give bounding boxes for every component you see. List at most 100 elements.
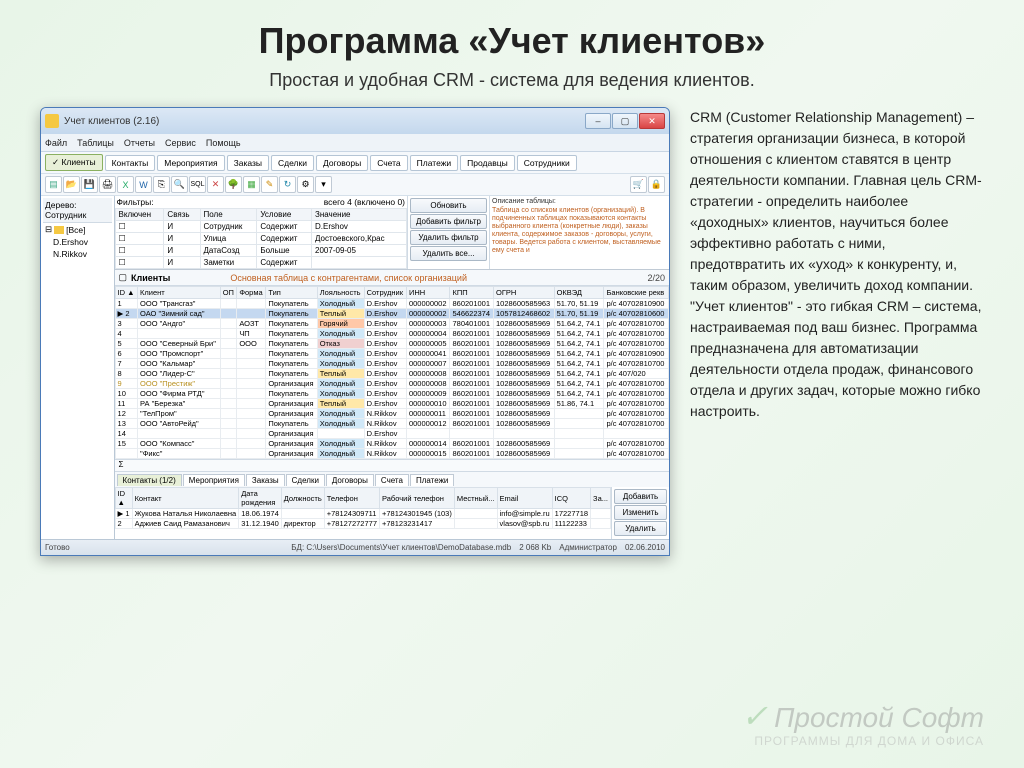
edit-icon[interactable]: ✎ <box>261 176 278 193</box>
tree-root[interactable]: ⊟ [Все] <box>43 223 112 236</box>
table-row[interactable]: 11РА "Березка"ОрганизацияТеплыйD.Ershov0… <box>115 399 668 409</box>
table-row[interactable]: 7ООО "Кальмар"ПокупательХолодныйD.Ershov… <box>115 359 668 369</box>
tab-orders[interactable]: Заказы <box>227 155 269 171</box>
table-row[interactable]: 8ООО "Лидер-С"ПокупательТеплыйD.Ershov00… <box>115 369 668 379</box>
sql-icon[interactable]: SQL <box>189 176 206 193</box>
subtab-payments[interactable]: Платежи <box>410 474 454 486</box>
save-icon[interactable]: 💾 <box>81 176 98 193</box>
tab-events[interactable]: Мероприятия <box>157 155 224 171</box>
contacts-grid[interactable]: ID ▲КонтактДата рожденияДолжностьТелефон… <box>115 487 611 539</box>
statusbar: Готово БД: C:\Users\Documents\Учет клиен… <box>41 539 669 555</box>
tree-panel: Дерево: Сотрудник ⊟ [Все] D.Ershov N.Rik… <box>41 196 115 539</box>
clients-count: 2/20 <box>647 273 665 283</box>
subtab-events[interactable]: Мероприятия <box>183 474 245 486</box>
clients-title: Клиенты <box>131 273 170 283</box>
table-row[interactable]: 15ООО "Компасс"ОрганизацияХолодныйN.Rikk… <box>115 439 668 449</box>
excel-icon[interactable]: X <box>117 176 134 193</box>
tab-contacts[interactable]: Контакты <box>105 155 156 171</box>
sub-tabs: Контакты (1/2) Мероприятия Заказы Сделки… <box>115 471 669 487</box>
new-icon[interactable]: ▤ <box>45 176 62 193</box>
filter-row[interactable]: ☐ИЗаметкиСодержит <box>115 257 406 269</box>
folder-icon <box>54 226 64 234</box>
subtab-invoices[interactable]: Счета <box>375 474 409 486</box>
tab-deals[interactable]: Сделки <box>271 155 314 171</box>
table-row[interactable]: 5ООО "Северный Бри"ОООПокупательОтказD.E… <box>115 339 668 349</box>
subtab-deals[interactable]: Сделки <box>286 474 325 486</box>
tab-invoices[interactable]: Счета <box>370 155 407 171</box>
close-button[interactable]: ✕ <box>639 113 665 129</box>
window-title: Учет клиентов (2.16) <box>64 116 159 127</box>
table-row[interactable]: 6ООО "Промспорт"ПокупательХолодныйD.Ersh… <box>115 349 668 359</box>
menu-reports[interactable]: Отчеты <box>124 138 155 148</box>
app-window: Учет клиентов (2.16) – ▢ ✕ Файл Таблицы … <box>40 107 670 556</box>
table-row[interactable]: 13ООО "АвтоРейд"ПокупательХолодныйN.Rikk… <box>115 419 668 429</box>
table-description: Описание таблицы: Таблица со списком кли… <box>489 196 669 269</box>
del-filter-button[interactable]: Удалить фильтр <box>410 230 487 245</box>
status-ready: Готово <box>45 543 70 552</box>
check-icon <box>738 697 768 727</box>
filter-panel: Фильтры: всего 4 (включено 0) ВключенСвя… <box>115 196 669 270</box>
tab-clients[interactable]: ✓ Клиенты <box>45 154 103 171</box>
menu-file[interactable]: Файл <box>45 138 67 148</box>
subtab-contacts[interactable]: Контакты (1/2) <box>117 474 182 486</box>
add-contact-button[interactable]: Добавить <box>614 489 667 504</box>
filters-label: Фильтры: <box>117 197 154 207</box>
filter-row[interactable]: ☐ИУлицаСодержитДостоевского,Крас <box>115 233 406 245</box>
delall-filter-button[interactable]: Удалить все... <box>410 246 487 261</box>
open-icon[interactable]: 📂 <box>63 176 80 193</box>
print-icon[interactable]: 🖨 <box>99 176 116 193</box>
tree-node[interactable]: D.Ershov <box>43 236 112 248</box>
table-row[interactable]: 9ООО "Престиж"ОрганизацияХолодныйD.Ersho… <box>115 379 668 389</box>
menu-service[interactable]: Сервис <box>165 138 196 148</box>
toolbar: ▤ 📂 💾 🖨 X W ⎘ 🔍 SQL ✕ 🌳 ▦ ✎ ↻ ⚙ ▾ <box>41 174 669 196</box>
tab-sellers[interactable]: Продавцы <box>460 155 515 171</box>
filter-grid[interactable]: ВключенСвязьПолеУсловиеЗначение☐ИСотрудн… <box>115 208 407 269</box>
subtab-orders[interactable]: Заказы <box>246 474 285 486</box>
tree-node[interactable]: N.Rikkov <box>43 248 112 260</box>
tree-icon[interactable]: 🌳 <box>225 176 242 193</box>
more-icon[interactable]: ▾ <box>315 176 332 193</box>
table-row[interactable]: 14ОрганизацияD.Ershov <box>115 429 668 439</box>
refresh-icon[interactable]: ↻ <box>279 176 296 193</box>
tree-label: Дерево: Сотрудник <box>45 200 110 220</box>
status-date: 02.06.2010 <box>625 543 665 552</box>
menu-tables[interactable]: Таблицы <box>77 138 114 148</box>
clients-grid[interactable]: ID ▲КлиентОПФормаТипЛояльностьСотрудникИ… <box>115 286 669 459</box>
subtab-contracts[interactable]: Договоры <box>326 474 374 486</box>
tab-staff[interactable]: Сотрудники <box>517 155 577 171</box>
copy-icon[interactable]: ⎘ <box>153 176 170 193</box>
menu-help[interactable]: Помощь <box>206 138 241 148</box>
filter-row[interactable]: ☐ИДатаСоздБольше2007-09-05 <box>115 245 406 257</box>
word-icon[interactable]: W <box>135 176 152 193</box>
contacts-panel: ID ▲КонтактДата рожденияДолжностьТелефон… <box>115 487 669 539</box>
find-icon[interactable]: 🔍 <box>171 176 188 193</box>
filter-row[interactable]: ☐ИСотрудникСодержитD.Ershov <box>115 221 406 233</box>
delete-icon[interactable]: ✕ <box>207 176 224 193</box>
cart-icon[interactable]: 🛒 <box>630 176 647 193</box>
add-filter-button[interactable]: Добавить фильтр <box>410 214 487 229</box>
table-row[interactable]: 2Аджиев Саид Рамазанович31.12.1940директ… <box>115 519 610 529</box>
titlebar[interactable]: Учет клиентов (2.16) – ▢ ✕ <box>41 108 669 134</box>
watermark: Простой Софт ПРОГРАММЫ ДЛЯ ДОМА И ОФИСА <box>738 697 984 748</box>
table-row[interactable]: "Фикс"ОрганизацияХолодныйN.Rikkov0000000… <box>115 449 668 459</box>
maximize-button[interactable]: ▢ <box>612 113 638 129</box>
settings-icon[interactable]: ⚙ <box>297 176 314 193</box>
lock-icon[interactable]: 🔒 <box>648 176 665 193</box>
table-row[interactable]: 10ООО "Фирма РТД"ПокупательХолодныйD.Ers… <box>115 389 668 399</box>
table-row[interactable]: 3ООО "Андго"АОЗТПокупательГорячийD.Ersho… <box>115 319 668 329</box>
status-db: БД: C:\Users\Documents\Учет клиентов\Dem… <box>291 543 511 552</box>
del-contact-button[interactable]: Удалить <box>614 521 667 536</box>
form-icon[interactable]: ▦ <box>243 176 260 193</box>
slide-title: Программа «Учет клиентов» <box>40 20 984 62</box>
table-row[interactable]: 1ООО "Трансгаз"ПокупательХолодныйD.Ersho… <box>115 299 668 309</box>
refresh-button[interactable]: Обновить <box>410 198 487 213</box>
minimize-button[interactable]: – <box>585 113 611 129</box>
status-user: Администратор <box>559 543 617 552</box>
table-row[interactable]: ▶ 2ОАО "Зимний сад"ПокупательТеплыйD.Ers… <box>115 309 668 319</box>
table-row[interactable]: 4ЧППокупательХолодныйD.Ershov00000000486… <box>115 329 668 339</box>
tab-contracts[interactable]: Договоры <box>316 155 368 171</box>
table-row[interactable]: 12"ТелПром"ОрганизацияХолодныйN.Rikkov00… <box>115 409 668 419</box>
edit-contact-button[interactable]: Изменить <box>614 505 667 520</box>
table-row[interactable]: ▶ 1Жукова Наталья Николаевна18.06.1974+7… <box>115 509 610 519</box>
tab-payments[interactable]: Платежи <box>410 155 458 171</box>
